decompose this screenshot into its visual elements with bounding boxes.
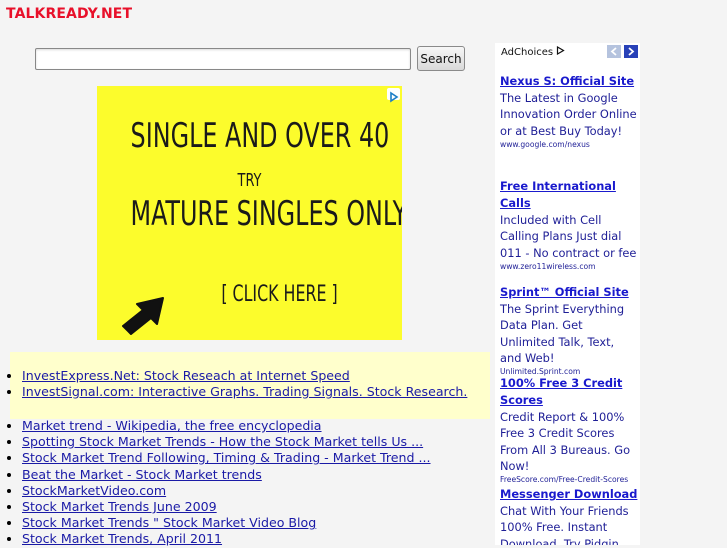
ad-unit[interactable]: Nexus S: Official Site The Latest in Goo… bbox=[500, 73, 638, 150]
ad-title[interactable]: Free International Calls bbox=[500, 178, 638, 212]
ad-title[interactable]: 100% Free 3 Credit Scores bbox=[500, 375, 638, 409]
list-item: Stock Market Trends " Stock Market Video… bbox=[22, 515, 431, 531]
ad-body: Included with Cell Calling Plans Just di… bbox=[500, 213, 637, 260]
list-item: Stock Market Trends, April 2011 bbox=[22, 531, 431, 547]
list-item: Beat the Market - Stock Market trends bbox=[22, 467, 431, 483]
banner-subline: TRY bbox=[237, 170, 262, 191]
chevron-right-icon[interactable] bbox=[624, 45, 638, 58]
site-title[interactable]: TALKREADY.NET bbox=[6, 6, 132, 22]
banner-offer: MATURE SINGLES ONLY bbox=[130, 194, 402, 234]
banner-headline: SINGLE AND OVER 40 bbox=[130, 116, 390, 156]
ads-header: AdChoices bbox=[495, 43, 640, 61]
banner-ad[interactable]: SINGLE AND OVER 40 TRY MATURE SINGLES ON… bbox=[97, 86, 402, 340]
ad-unit[interactable]: Free International Calls Included with C… bbox=[500, 178, 638, 272]
ad-body: Chat With Your Friends 100% Free. Instan… bbox=[500, 504, 629, 545]
list-item: InvestExpress.Net: Stock Reseach at Inte… bbox=[22, 368, 467, 384]
ad-unit[interactable]: 100% Free 3 Credit Scores Credit Report … bbox=[500, 375, 638, 485]
list-item: Spotting Stock Market Trends - How the S… bbox=[22, 434, 431, 450]
result-link[interactable]: Market trend - Wikipedia, the free encyc… bbox=[22, 418, 322, 433]
ad-unit[interactable]: Sprint™ Official Site The Sprint Everyth… bbox=[500, 284, 638, 377]
list-item: Market trend - Wikipedia, the free encyc… bbox=[22, 418, 431, 434]
list-item: Stock Market Trends June 2009 bbox=[22, 499, 431, 515]
adchoices-icon[interactable] bbox=[387, 88, 400, 103]
result-link[interactable]: Beat the Market - Stock Market trends bbox=[22, 467, 262, 482]
ads-sidebar: AdChoices Nexus S: Official Site The Lat… bbox=[495, 43, 640, 545]
result-link[interactable]: Stock Market Trends " Stock Market Video… bbox=[22, 515, 316, 530]
featured-links-box: InvestExpress.Net: Stock Reseach at Inte… bbox=[10, 352, 490, 419]
ad-title[interactable]: Sprint™ Official Site bbox=[500, 284, 638, 301]
adchoices-icon bbox=[557, 45, 565, 56]
list-item: InvestSignal.com: Interactive Graphs. Tr… bbox=[22, 384, 467, 400]
featured-link[interactable]: InvestSignal.com: Interactive Graphs. Tr… bbox=[22, 384, 467, 399]
ad-title[interactable]: Nexus S: Official Site bbox=[500, 73, 638, 90]
result-link[interactable]: Stock Market Trends June 2009 bbox=[22, 499, 217, 514]
ad-url[interactable]: www.zero11wireless.com bbox=[500, 261, 638, 272]
ad-body: The Latest in Google Innovation Order On… bbox=[500, 91, 637, 138]
list-item: StockMarketVideo.com bbox=[22, 483, 431, 499]
ad-unit[interactable]: Messenger Download Chat With Your Friend… bbox=[500, 486, 638, 545]
result-link[interactable]: StockMarketVideo.com bbox=[22, 483, 166, 498]
banner-cta[interactable]: [ CLICK HERE ] bbox=[158, 282, 402, 307]
result-link[interactable]: Stock Market Trends, April 2011 bbox=[22, 531, 222, 546]
ad-url[interactable]: FreeScore.com/Free-Credit-Scores bbox=[500, 474, 638, 485]
adchoices-label[interactable]: AdChoices bbox=[501, 45, 565, 58]
list-item: Stock Market Trend Following, Timing & T… bbox=[22, 450, 431, 466]
chevron-left-icon[interactable] bbox=[607, 45, 621, 58]
ad-title[interactable]: Messenger Download bbox=[500, 486, 638, 503]
result-link[interactable]: Spotting Stock Market Trends - How the S… bbox=[22, 434, 423, 449]
search-input[interactable] bbox=[35, 48, 411, 70]
search-button[interactable]: Search bbox=[417, 46, 465, 71]
ad-body: Credit Report & 100% Free 3 Credit Score… bbox=[500, 410, 631, 473]
ad-body: The Sprint Everything Data Plan. Get Unl… bbox=[500, 302, 625, 365]
result-link[interactable]: Stock Market Trend Following, Timing & T… bbox=[22, 450, 431, 465]
featured-link[interactable]: InvestExpress.Net: Stock Reseach at Inte… bbox=[22, 368, 350, 383]
ad-url[interactable]: www.google.com/nexus bbox=[500, 139, 638, 150]
link-list: Market trend - Wikipedia, the free encyc… bbox=[10, 418, 431, 548]
